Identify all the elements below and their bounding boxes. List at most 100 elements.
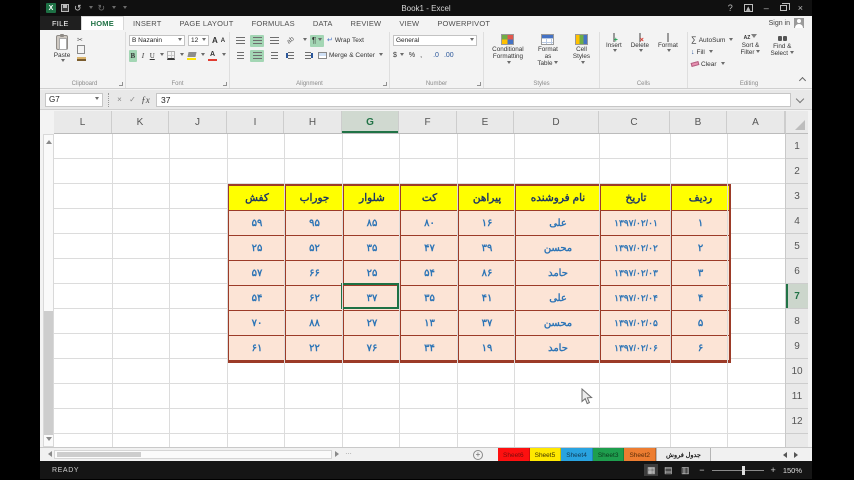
borders-icon[interactable]: [167, 51, 176, 60]
tab-insert[interactable]: INSERT: [124, 16, 171, 30]
table-cell[interactable]: ۱۳۹۷/۰۲/۰۵: [601, 311, 672, 336]
clipboard-dialog-launcher[interactable]: [119, 82, 123, 86]
insert-cells-button[interactable]: + Insert: [603, 33, 625, 77]
column-header-C[interactable]: C: [599, 111, 670, 133]
row-header-4[interactable]: 4: [786, 209, 808, 234]
row-header-8[interactable]: 8: [786, 309, 808, 334]
tab-page-layout[interactable]: PAGE LAYOUT: [171, 16, 243, 30]
formula-bar-separator[interactable]: [105, 92, 109, 107]
table-cell[interactable]: ۵۹: [229, 211, 286, 236]
table-cell[interactable]: محسن: [516, 311, 601, 336]
merge-center-button[interactable]: Merge & Center: [318, 48, 383, 63]
number-format-select[interactable]: General: [393, 35, 477, 46]
scroll-down-icon[interactable]: [46, 437, 52, 444]
table-cell[interactable]: ۵: [672, 311, 729, 336]
column-header-H[interactable]: H: [284, 111, 342, 133]
table-cell[interactable]: ۱۳۹۷/۰۲/۰۳: [601, 261, 672, 286]
row-header-9[interactable]: 9: [786, 334, 808, 359]
find-select-button[interactable]: Find & Select: [767, 33, 797, 77]
tab-file[interactable]: FILE: [40, 16, 81, 30]
table-cell[interactable]: ۱۹: [459, 336, 516, 361]
decrease-indent-icon[interactable]: [284, 50, 298, 62]
table-cell[interactable]: ۶: [672, 336, 729, 361]
delete-cells-button[interactable]: × Delete: [628, 33, 652, 77]
table-cell[interactable]: ۱۶: [459, 211, 516, 236]
table-header-cell[interactable]: تاریخ: [601, 186, 672, 211]
align-center-icon[interactable]: [250, 49, 264, 62]
cell-styles-button[interactable]: Cell Styles: [567, 33, 596, 77]
tab-home[interactable]: HOME: [80, 16, 124, 30]
top-align-icon[interactable]: [233, 35, 247, 47]
table-header-cell[interactable]: نام فروشنده: [516, 186, 601, 211]
table-cell[interactable]: ۱: [672, 211, 729, 236]
minimize-icon[interactable]: –: [764, 3, 769, 13]
table-cell[interactable]: ۷۰: [229, 311, 286, 336]
table-cell[interactable]: ۲۵: [344, 261, 401, 286]
table-cell[interactable]: حامد: [516, 336, 601, 361]
sheet-tab-Sheet3[interactable]: Sheet3: [592, 448, 625, 462]
table-cell[interactable]: ۸۶: [459, 261, 516, 286]
table-cell[interactable]: ۹۵: [286, 211, 344, 236]
table-cell[interactable]: ۱۳۹۷/۰۲/۰۶: [601, 336, 672, 361]
zoom-level-label[interactable]: 150%: [783, 466, 802, 475]
table-cell[interactable]: ۴: [672, 286, 729, 311]
tab-split-handle[interactable]: …: [345, 449, 353, 456]
column-header-J[interactable]: J: [169, 111, 227, 133]
percent-format-icon[interactable]: %: [409, 52, 415, 59]
table-cell[interactable]: ۳۷: [344, 286, 401, 311]
table-cell[interactable]: حامد: [516, 261, 601, 286]
sheet-tab-Sheet6[interactable]: Sheet6: [498, 448, 530, 462]
format-cells-button[interactable]: Format: [655, 33, 681, 77]
horizontal-scroll-thumb[interactable]: [57, 452, 141, 457]
copy-icon[interactable]: [77, 45, 85, 54]
expand-formula-bar-icon[interactable]: [795, 94, 805, 103]
paste-button[interactable]: Paste: [47, 33, 77, 64]
increase-indent-icon[interactable]: [301, 50, 315, 62]
align-right-icon[interactable]: [267, 50, 281, 62]
table-cell[interactable]: ۵۷: [229, 261, 286, 286]
align-left-icon[interactable]: [233, 50, 247, 62]
sheet-tab-Sheet4[interactable]: Sheet4: [561, 448, 593, 462]
zoom-slider-thumb[interactable]: [741, 465, 745, 475]
hscroll-right-icon[interactable]: [335, 451, 342, 457]
table-cell[interactable]: ۳۵: [344, 236, 401, 261]
table-cell[interactable]: علی: [516, 286, 601, 311]
row-header-6[interactable]: 6: [786, 259, 808, 284]
sheet-nav-right-icon[interactable]: [794, 452, 801, 458]
table-cell[interactable]: ۸۸: [286, 311, 344, 336]
bold-button[interactable]: B: [129, 49, 137, 62]
table-header-cell[interactable]: ردیف: [672, 186, 729, 211]
table-cell[interactable]: ۶۲: [286, 286, 344, 311]
row-header-5[interactable]: 5: [786, 234, 808, 259]
table-cell[interactable]: ۳: [672, 261, 729, 286]
rtl-direction-icon[interactable]: ¶: [310, 34, 324, 47]
middle-align-icon[interactable]: [250, 34, 264, 47]
table-cell[interactable]: ۸۰: [401, 211, 459, 236]
sheet-tab-Sheet2[interactable]: Sheet2: [624, 448, 657, 462]
add-sheet-button[interactable]: +: [473, 450, 483, 460]
table-cell[interactable]: علی: [516, 211, 601, 236]
table-cell[interactable]: ۳۷: [459, 311, 516, 336]
formula-input[interactable]: 37: [156, 92, 791, 107]
tab-formulas[interactable]: FORMULAS: [243, 16, 304, 30]
insert-function-icon[interactable]: ƒx: [139, 93, 152, 107]
table-cell[interactable]: ۲۷: [344, 311, 401, 336]
conditional-formatting-button[interactable]: Conditional Formatting: [487, 33, 529, 77]
row-header-2[interactable]: 2: [786, 159, 808, 184]
zoom-in-icon[interactable]: +: [771, 465, 776, 475]
sheet-tab-Sheet5[interactable]: Sheet5: [529, 448, 562, 462]
autosum-button[interactable]: ∑ AutoSum: [691, 35, 734, 45]
wrap-text-button[interactable]: ↵ Wrap Text: [327, 33, 364, 48]
zoom-out-icon[interactable]: −: [699, 465, 704, 475]
comma-format-icon[interactable]: ,: [420, 52, 422, 59]
format-painter-icon[interactable]: [77, 57, 86, 61]
column-header-K[interactable]: K: [112, 111, 169, 133]
normal-view-icon[interactable]: ▦: [644, 464, 659, 476]
select-all-corner[interactable]: [785, 111, 808, 134]
format-as-table-button[interactable]: Format as Table: [531, 33, 565, 77]
font-dialog-launcher[interactable]: [223, 82, 227, 86]
font-name-select[interactable]: B Nazanin: [129, 35, 185, 46]
signin-label[interactable]: Sign in: [769, 20, 790, 27]
table-cell[interactable]: ۲: [672, 236, 729, 261]
table-cell[interactable]: ۲۲: [286, 336, 344, 361]
